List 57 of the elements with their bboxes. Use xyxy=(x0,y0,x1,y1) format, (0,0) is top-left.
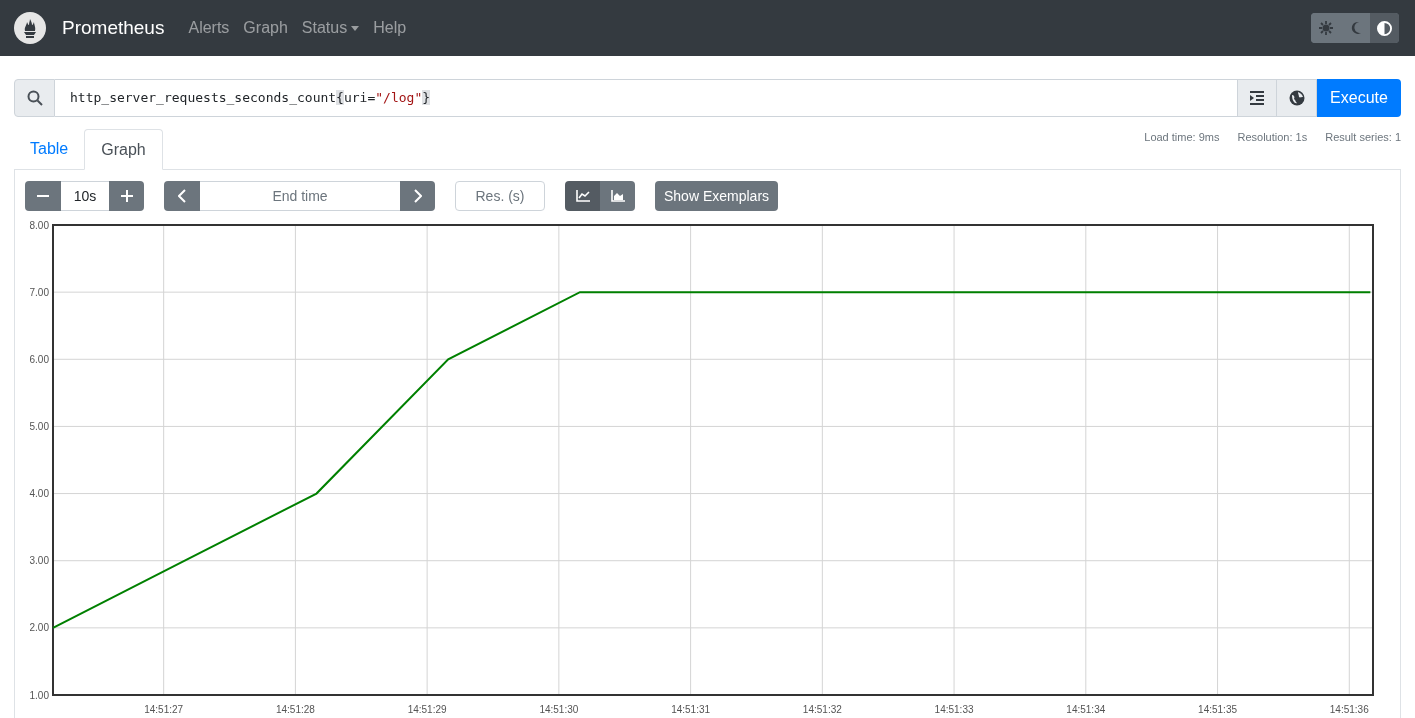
stacked-mode-button[interactable] xyxy=(600,181,635,211)
nav-link[interactable]: Graph xyxy=(243,16,288,40)
stat-text: Result series: 1 xyxy=(1325,130,1401,145)
previous-time-button[interactable] xyxy=(164,181,200,211)
line-chart-icon xyxy=(575,190,590,202)
tab[interactable]: Graph xyxy=(84,129,163,170)
increase-range-button[interactable] xyxy=(109,181,144,211)
x-axis-label: 14:51:33 xyxy=(934,704,974,715)
y-axis-label: 2.00 xyxy=(29,622,49,634)
metrics-explorer-button[interactable] xyxy=(1277,79,1317,117)
tab[interactable]: Table xyxy=(14,128,85,169)
execute-button[interactable]: Execute xyxy=(1317,79,1401,117)
moon-icon xyxy=(1349,21,1362,35)
x-axis-label: 14:51:31 xyxy=(671,704,711,715)
sun-icon xyxy=(1319,21,1333,35)
status-dropdown[interactable]: Status xyxy=(301,16,360,40)
y-axis-label: 6.00 xyxy=(29,353,49,365)
stat-text: Load time: 9ms xyxy=(1144,130,1220,145)
indent-icon xyxy=(1249,91,1265,105)
query-text: http_server_requests_seconds_count{uri="/log"} xyxy=(70,89,431,108)
chevron-left-icon xyxy=(178,189,186,203)
x-axis-label: 14:51:28 xyxy=(275,704,315,715)
x-axis-label: 14:51:30 xyxy=(539,704,579,715)
stat-text: Resolution: 1s xyxy=(1237,130,1308,145)
brand-name[interactable]: Prometheus xyxy=(62,13,165,43)
y-axis-label: 1.00 xyxy=(29,689,49,701)
plus-icon xyxy=(120,190,133,202)
nav-link[interactable]: Alerts xyxy=(188,16,230,40)
x-axis-label: 14:51:34 xyxy=(1066,704,1106,715)
torch-logo-icon[interactable] xyxy=(14,12,46,44)
y-axis-label: 7.00 xyxy=(29,286,49,298)
y-axis-label: 5.00 xyxy=(29,420,49,432)
query-input[interactable]: http_server_requests_seconds_count{uri="/log"} xyxy=(55,79,1237,117)
x-axis-label: 14:51:27 xyxy=(144,704,184,715)
nav-link[interactable]: Help xyxy=(373,16,407,40)
y-axis-label: 3.00 xyxy=(29,555,49,567)
x-axis-label: 14:51:35 xyxy=(1198,704,1237,715)
half-circle-icon xyxy=(1377,20,1392,36)
resolution-input[interactable]: Res. (s) xyxy=(455,181,545,211)
format-button[interactable] xyxy=(1237,79,1277,117)
theme-auto-button[interactable] xyxy=(1370,13,1399,43)
x-axis-label: 14:51:32 xyxy=(802,704,842,715)
search-icon xyxy=(26,90,43,106)
x-axis-label: 14:51:36 xyxy=(1329,704,1369,715)
x-axis-label: 14:51:29 xyxy=(407,704,447,715)
line-mode-button[interactable] xyxy=(565,181,600,211)
show-exemplars-button[interactable]: Show Exemplars xyxy=(655,181,779,211)
y-axis-label: 4.00 xyxy=(29,488,49,500)
caret-icon xyxy=(351,25,360,31)
decrease-range-button[interactable] xyxy=(25,181,61,211)
y-axis-label: 8.00 xyxy=(29,219,49,231)
minus-icon xyxy=(37,195,49,197)
globe-icon xyxy=(1288,90,1305,106)
chevron-right-icon xyxy=(413,189,422,203)
area-chart-icon xyxy=(610,190,625,202)
end-time-input[interactable]: End time xyxy=(200,181,400,211)
next-time-button[interactable] xyxy=(400,181,435,211)
